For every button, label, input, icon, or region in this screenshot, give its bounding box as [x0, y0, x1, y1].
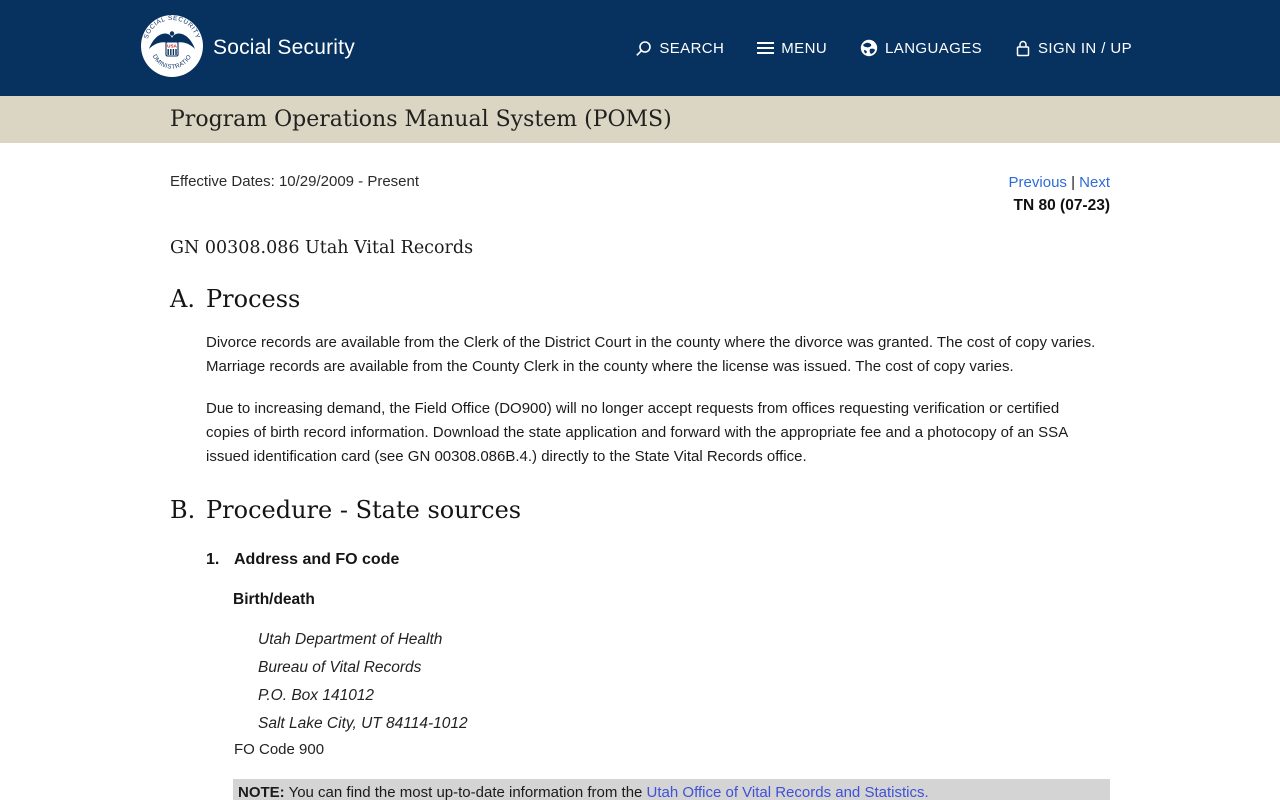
section-a-marker: A. [170, 285, 206, 313]
note-label: NOTE: [238, 784, 285, 800]
transmittal-number: TN 80 (07-23) [1009, 194, 1110, 217]
previous-link[interactable]: Previous [1009, 174, 1067, 191]
address-line: Utah Department of Health [258, 626, 1110, 654]
fo-code: FO Code 900 [234, 738, 1110, 762]
pager-separator: | [1071, 174, 1075, 191]
subsection-1-marker: 1. [206, 551, 234, 569]
poms-document: Effective Dates: 10/29/2009 - Present Pr… [0, 143, 1280, 800]
nav-search[interactable]: SEARCH [635, 40, 724, 57]
note-text: You can find the most up-to-date informa… [285, 784, 647, 800]
nav-languages[interactable]: LANGUAGES [860, 39, 982, 57]
effective-dates: Effective Dates: 10/29/2009 - Present [170, 171, 419, 190]
brand-name: Social Security [213, 36, 355, 60]
meta-row: Effective Dates: 10/29/2009 - Present Pr… [170, 171, 1110, 217]
globe-icon [860, 39, 878, 57]
poms-banner: Program Operations Manual System (POMS) [0, 96, 1280, 143]
next-link[interactable]: Next [1079, 174, 1110, 191]
section-a-paragraph-1: Divorce records are available from the C… [206, 331, 1106, 379]
note-box: NOTE: You can find the most up-to-date i… [233, 779, 1110, 800]
nav-languages-label: LANGUAGES [885, 40, 982, 57]
document-title: GN 00308.086 Utah Vital Records [170, 238, 1110, 258]
subsection-1-heading: 1. Address and FO code [206, 551, 1110, 569]
nav-menu[interactable]: MENU [757, 40, 827, 57]
address-line: P.O. Box 141012 [258, 682, 1110, 710]
nav-search-label: SEARCH [659, 40, 724, 57]
address-line: Salt Lake City, UT 84114-1012 [258, 710, 1110, 738]
nav-menu-label: MENU [781, 40, 827, 57]
nav-sign-in[interactable]: SIGN IN / UP [1015, 39, 1132, 57]
address-block: Utah Department of Health Bureau of Vita… [258, 626, 1110, 738]
address-line: Bureau of Vital Records [258, 654, 1110, 682]
site-header: SOCIAL SECURITY ADMINISTRATION USA Socia… [0, 0, 1280, 96]
record-type-heading: Birth/death [233, 591, 1110, 609]
page-title: Program Operations Manual System (POMS) [170, 107, 672, 132]
search-icon [635, 40, 652, 57]
section-b-heading-text: Procedure - State sources [206, 496, 521, 524]
section-a-body: Divorce records are available from the C… [206, 331, 1110, 469]
section-a-paragraph-2: Due to increasing demand, the Field Offi… [206, 397, 1106, 469]
section-a-heading: A. Process [170, 285, 1110, 313]
ssa-seal-icon: SOCIAL SECURITY ADMINISTRATION USA [140, 14, 204, 83]
menu-icon [757, 41, 774, 55]
top-nav: SEARCH MENU LANGUAGES [635, 39, 1132, 57]
section-a-heading-text: Process [206, 285, 300, 313]
nav-sign-in-label: SIGN IN / UP [1038, 40, 1132, 57]
section-b-heading: B. Procedure - State sources [170, 496, 1110, 524]
subsection-1-heading-text: Address and FO code [234, 551, 399, 569]
ssa-home-link[interactable]: SOCIAL SECURITY ADMINISTRATION USA Socia… [140, 14, 355, 83]
pager-links: Previous | Next [1009, 171, 1110, 194]
utah-vital-records-link[interactable]: Utah Office of Vital Records and Statist… [647, 784, 929, 800]
svg-text:USA: USA [167, 43, 177, 48]
lock-icon [1015, 39, 1031, 57]
pager: Previous | Next TN 80 (07-23) [1009, 171, 1110, 217]
section-b-marker: B. [170, 496, 206, 524]
